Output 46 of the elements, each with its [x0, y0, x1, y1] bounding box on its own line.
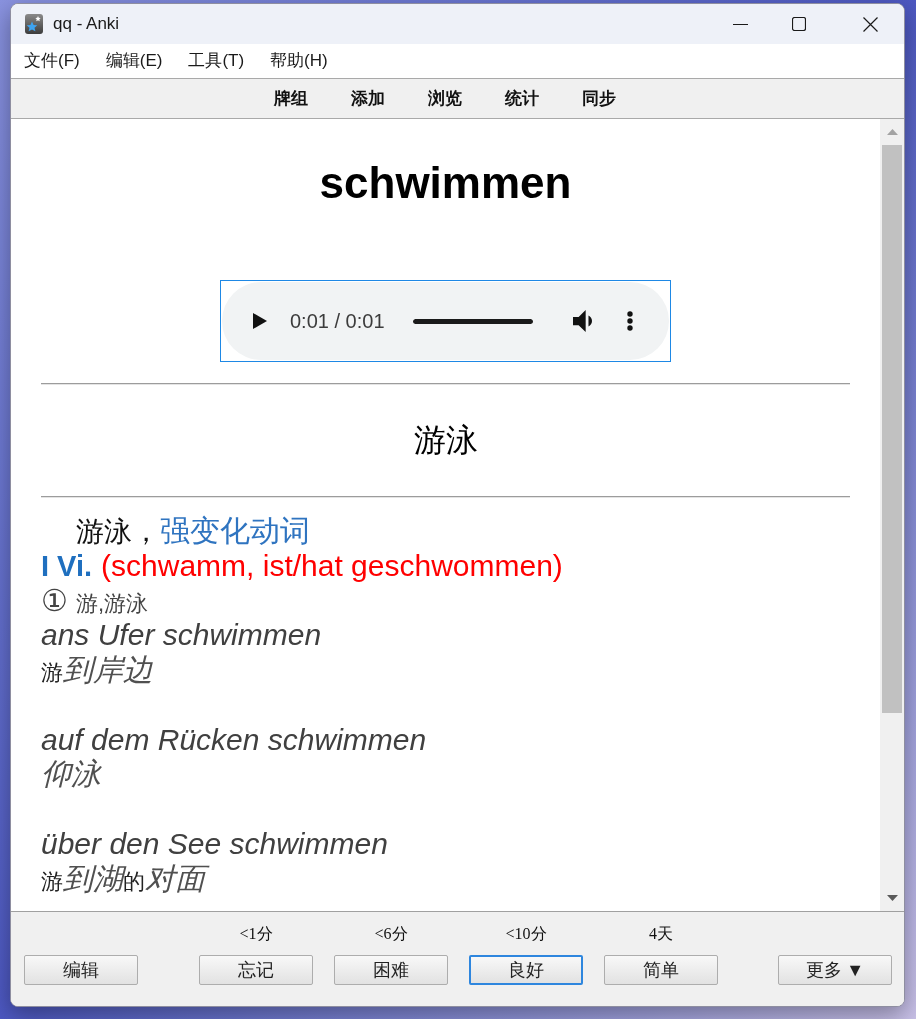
word-class-label: 强变化动词	[160, 514, 310, 548]
grammar-label: I Vi.	[41, 548, 93, 583]
answer-button[interactable]: 困难	[334, 955, 448, 985]
play-icon[interactable]	[253, 313, 267, 329]
toolbar-link[interactable]: 浏览	[406, 85, 483, 112]
gloss-text: 游泳，	[76, 515, 160, 549]
toolbar-link[interactable]: 统计	[483, 85, 560, 112]
window-title: qq - Anki	[53, 13, 120, 36]
close-icon	[862, 16, 878, 32]
example-translation: 游到岸边	[41, 653, 154, 688]
maximize-icon	[792, 17, 806, 31]
audio-time: 0:01 / 0:01	[290, 309, 386, 333]
interval-label: <6分	[374, 924, 408, 944]
more-options-icon[interactable]	[627, 311, 633, 331]
stars-tile-icon	[25, 14, 43, 34]
verb-forms-text: (schwamm, ist/hat geschwommen)	[101, 548, 563, 583]
answer-button[interactable]: 简单	[604, 955, 718, 985]
menu-item[interactable]: 帮助(H)	[257, 44, 341, 78]
interval-label: 4天	[649, 924, 673, 944]
answer-button[interactable]: 忘记	[199, 955, 313, 985]
minimize-icon	[732, 23, 748, 25]
toolbar-link[interactable]: 同步	[560, 85, 637, 112]
example-phrase: ans Ufer schwimmen	[41, 618, 323, 653]
more-button[interactable]: 更多 ▼	[778, 955, 892, 985]
answer-button[interactable]: 良好	[469, 955, 583, 985]
interval-label: <10分	[505, 924, 547, 944]
menu-item[interactable]: 工具(T)	[175, 44, 258, 78]
toolbar-link[interactable]: 添加	[329, 85, 406, 112]
headword: schwimmen	[318, 157, 573, 209]
menu-item[interactable]: 文件(F)	[11, 44, 93, 78]
example-translation: 仰泳	[41, 757, 103, 792]
scrollbar-track[interactable]	[880, 119, 904, 911]
volume-icon[interactable]	[573, 310, 592, 332]
meaning-heading: 游泳	[412, 421, 479, 460]
toolbar-link[interactable]: 牌组	[252, 85, 329, 112]
edit-button[interactable]: 编辑	[24, 955, 138, 985]
sense-number: ①	[41, 583, 68, 618]
example-phrase: auf dem Rücken schwimmen	[41, 722, 428, 758]
sense-meaning: 游,游泳	[76, 589, 149, 618]
scrollbar-thumb[interactable]	[882, 145, 902, 713]
interval-label: <1分	[239, 924, 273, 944]
menu-item[interactable]: 编辑(E)	[92, 44, 176, 78]
example-phrase: über den See schwimmen	[41, 826, 389, 862]
example-translation: 游到湖的对面	[41, 861, 211, 897]
audio-progress-track[interactable]	[413, 318, 533, 324]
scroll-down-icon[interactable]	[886, 894, 898, 901]
